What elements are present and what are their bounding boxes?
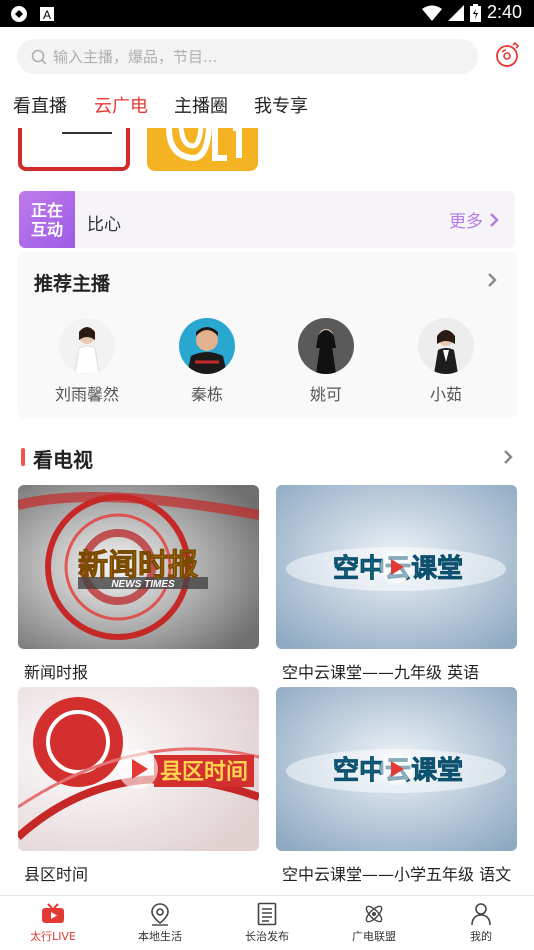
program-caption: 新闻时报 <box>24 663 89 682</box>
radio-logo-icon <box>166 128 242 162</box>
nav-changzhi-release[interactable]: 长治发布 <box>217 902 317 944</box>
avatar <box>59 318 115 374</box>
bottom-navigation: 太行LIVE 本地生活 长治发布 广电联盟 我的 <box>0 895 534 950</box>
live-badge-line1: 正在 <box>30 200 63 220</box>
anchor-card[interactable]: 刘雨馨然 <box>47 318 127 405</box>
nav-label: 长治发布 <box>245 930 289 943</box>
atom-icon <box>365 905 383 923</box>
avatar <box>179 318 235 374</box>
channel-tile-partial[interactable] <box>18 128 130 171</box>
live-badge-line2: 互动 <box>30 219 63 239</box>
watch-tv-header: 看电视 <box>21 444 517 472</box>
font-notification-icon: A <box>40 7 54 22</box>
wifi-icon <box>421 5 442 21</box>
search-input[interactable]: 输入主播，爆品，节目... <box>17 39 478 74</box>
search-placeholder: 输入主播，爆品，节目... <box>53 48 218 66</box>
tab-watch-live[interactable]: 看直播 <box>13 92 67 118</box>
live-anchor-name: 比心 <box>87 215 121 235</box>
music-disc-icon[interactable] <box>494 42 520 68</box>
more-label: 更多 <box>449 212 483 232</box>
tab-cloud-broadcast[interactable]: 云广电 <box>94 92 148 118</box>
anchor-name: 小茹 <box>429 385 462 404</box>
live-badge: 正在 互动 <box>19 191 75 248</box>
section-accent-bar <box>21 448 25 466</box>
nav-local-life[interactable]: 本地生活 <box>110 902 210 944</box>
tab-exclusive[interactable]: 我专享 <box>254 92 308 118</box>
anchor-card[interactable]: 小茹 <box>406 318 486 405</box>
more-button[interactable]: 更多 <box>449 207 499 232</box>
person-icon <box>471 903 491 926</box>
anchor-card[interactable]: 姚可 <box>286 318 366 405</box>
tv-program-card[interactable]: 空中云课堂 空中云课堂——九年级 英语 <box>276 485 517 683</box>
anchor-name: 秦栋 <box>190 385 223 404</box>
document-icon <box>257 902 277 926</box>
nav-mine[interactable]: 我的 <box>431 902 531 944</box>
tv-program-card[interactable]: 县区时间 县区时间 <box>18 687 259 885</box>
section-title: 推荐主播 <box>34 273 111 295</box>
search-row: 输入主播，爆品，节目... <box>0 30 534 80</box>
program-thumbnail: NEWS TIMES 新闻时报 <box>18 485 259 649</box>
search-icon <box>31 49 47 65</box>
app-notification-icon <box>11 6 27 22</box>
thumb-title: 新闻时报 <box>78 548 198 583</box>
nav-broadcast-alliance[interactable]: 广电联盟 <box>324 902 424 944</box>
clock: 2:40 <box>486 2 522 22</box>
status-bar: A 2:40 <box>0 0 534 27</box>
tv-icon <box>42 903 64 923</box>
svg-text:A: A <box>43 8 51 22</box>
program-caption: 空中云课堂——九年级 英语 <box>282 663 480 682</box>
program-thumbnail: 空中云课堂 <box>276 485 517 649</box>
program-caption: 空中云课堂——小学五年级 语文 <box>282 865 512 884</box>
nav-label: 太行LIVE <box>30 930 76 943</box>
nav-taihang-live[interactable]: 太行LIVE <box>3 902 103 944</box>
nav-label: 广电联盟 <box>352 930 396 943</box>
tv-program-card[interactable]: 空中云课堂 空中云课堂——小学五年级 语文 <box>276 687 517 885</box>
avatar <box>298 318 354 374</box>
battery-icon <box>469 3 481 22</box>
chevron-right-icon <box>490 212 499 227</box>
section-title: 看电视 <box>33 448 93 472</box>
signal-icon <box>447 4 464 21</box>
chevron-right-icon[interactable] <box>487 272 497 288</box>
tv-program-card[interactable]: NEWS TIMES 新闻时报 新闻时报 <box>18 485 259 683</box>
thumb-title: 县区时间 <box>160 760 248 785</box>
anchor-name: 姚可 <box>309 385 342 404</box>
nav-label: 本地生活 <box>138 930 182 943</box>
chevron-right-icon[interactable] <box>503 449 513 465</box>
tab-anchor-circle[interactable]: 主播圈 <box>174 92 228 118</box>
live-interaction-strip[interactable]: 正在 互动 比心 更多 <box>19 191 515 248</box>
top-tabs: 看直播 云广电 主播圈 我专享 <box>0 92 534 128</box>
radio-tile-partial[interactable] <box>147 128 258 171</box>
anchor-card[interactable]: 秦栋 <box>167 318 247 405</box>
recommended-anchors: 推荐主播 刘雨馨然 秦栋 姚可 小茹 <box>17 252 517 418</box>
location-icon <box>151 903 169 926</box>
program-caption: 县区时间 <box>24 865 89 884</box>
anchor-name: 刘雨馨然 <box>54 385 119 404</box>
program-thumbnail: 县区时间 <box>18 687 259 851</box>
nav-label: 我的 <box>470 930 492 943</box>
program-thumbnail: 空中云课堂 <box>276 687 517 851</box>
avatar <box>418 318 474 374</box>
